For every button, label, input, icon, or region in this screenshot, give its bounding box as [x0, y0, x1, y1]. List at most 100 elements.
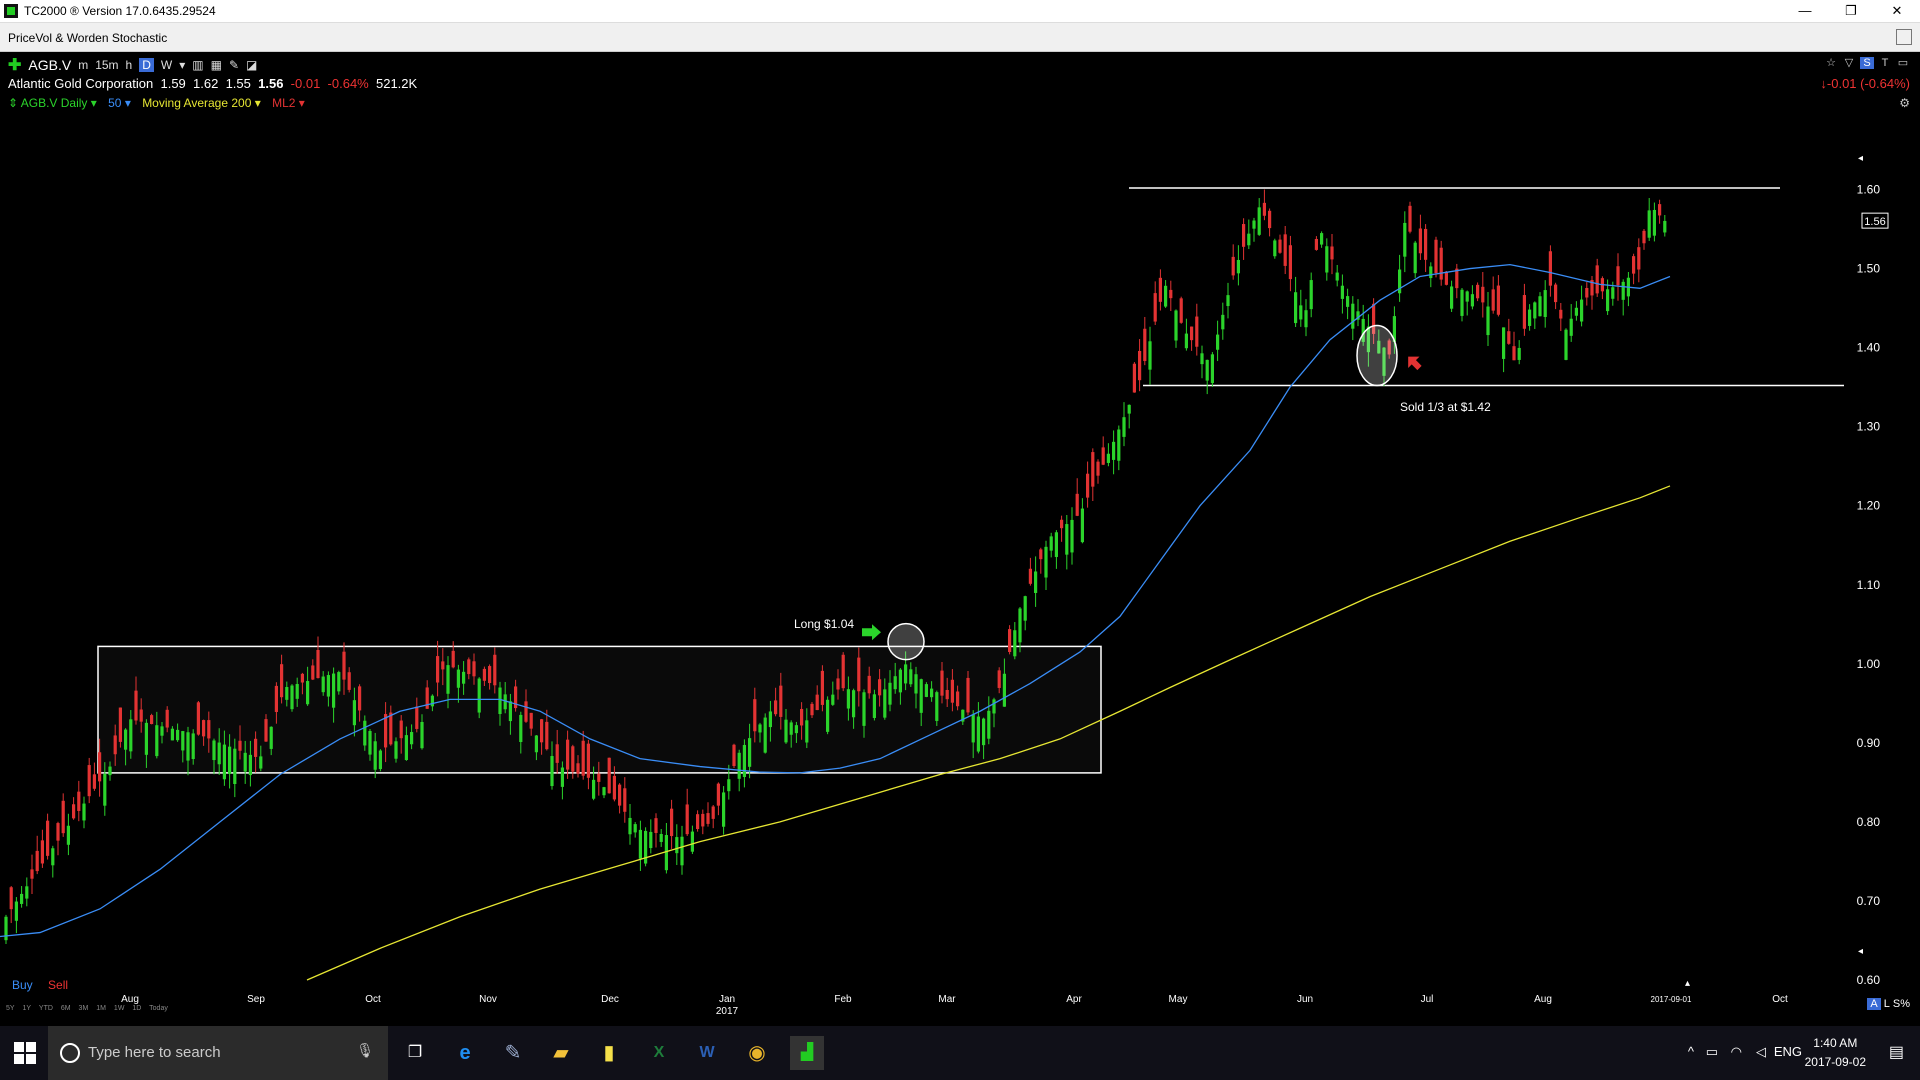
wifi-icon[interactable]: ◠ — [1731, 1044, 1742, 1060]
window-titlebar: TC2000 ® Version 17.0.6435.29524 — ❐ ✕ — [0, 0, 1920, 23]
candle-body — [607, 757, 611, 794]
sticky-notes-icon[interactable]: ▮ — [592, 1036, 626, 1070]
range-1m[interactable]: 1M — [96, 1005, 106, 1012]
filter-icon[interactable]: ▽ — [1842, 57, 1856, 69]
scan-icon[interactable]: ▭ — [1896, 57, 1910, 69]
chart-settings-icon[interactable]: ⚙ — [1899, 96, 1910, 110]
x-tick-label: 2017-09-01 — [1651, 995, 1692, 1004]
percent-scale-button[interactable]: S% — [1893, 998, 1910, 1010]
show-hidden-icons[interactable]: ^ — [1688, 1044, 1694, 1059]
action-center-icon[interactable]: ▤ — [1889, 1042, 1904, 1062]
range-1w[interactable]: 1W — [114, 1005, 125, 1012]
candle-body — [399, 720, 403, 739]
candle-body — [165, 709, 169, 728]
candle-body — [472, 661, 476, 677]
range-1y[interactable]: 1Y — [23, 1005, 32, 1012]
timeframe-m[interactable]: m — [78, 58, 88, 72]
range-6m[interactable]: 6M — [61, 1005, 71, 1012]
legend-ma50[interactable]: 50 ▾ — [108, 96, 131, 110]
candle-body — [878, 679, 882, 696]
candle-body — [1418, 228, 1422, 254]
candle-body — [378, 750, 382, 770]
candle-body — [233, 748, 237, 784]
range-today[interactable]: Today — [149, 1005, 168, 1012]
scale-tools: A L S% — [1867, 998, 1910, 1010]
range-5y[interactable]: 5Y — [6, 1005, 15, 1012]
candle-body — [831, 694, 835, 705]
x-tick-label: Sep — [247, 994, 265, 1005]
timeframe-w[interactable]: W — [161, 58, 172, 72]
candle-body — [1054, 532, 1058, 557]
drawing-tools-icon[interactable]: ◪ — [246, 58, 257, 72]
taskbar-search[interactable]: Type here to search 🎙 — [48, 1026, 388, 1080]
range-ytd[interactable]: YTD — [39, 1005, 53, 1012]
candle-body — [1476, 284, 1480, 299]
battery-icon[interactable]: ▭ — [1706, 1044, 1718, 1060]
candle-body — [623, 788, 627, 812]
candle-body — [56, 823, 60, 841]
candle-body — [1470, 294, 1474, 307]
text-icon[interactable]: T — [1878, 57, 1892, 69]
candle-body — [108, 766, 112, 776]
close-button[interactable]: ✕ — [1874, 0, 1920, 22]
log-scale-button[interactable]: L — [1884, 998, 1890, 1010]
candle-body — [696, 814, 700, 830]
paint-icon[interactable]: ✎ — [496, 1036, 530, 1070]
tc2000-app-icon — [4, 4, 18, 18]
range-1d[interactable]: 1D — [132, 1005, 141, 1012]
volume-icon[interactable]: ◁ — [1756, 1044, 1766, 1060]
chart-area[interactable]: 1.60 1.50 1.40 1.30 1.20 1.10 1.00 0.90 0.80 0.70… — [0, 52, 1920, 1026]
layout-icon[interactable]: ▦ — [211, 58, 222, 72]
pencil-icon[interactable]: ✎ — [229, 58, 239, 72]
candle-body — [66, 825, 70, 845]
add-symbol-icon[interactable]: ✚ — [8, 55, 21, 75]
candle-body — [462, 671, 466, 684]
sell-button[interactable]: Sell — [48, 978, 68, 992]
timeframe-h[interactable]: h — [126, 58, 133, 72]
language-indicator[interactable]: ENG — [1774, 1044, 1802, 1059]
buy-button[interactable]: Buy — [12, 978, 33, 992]
symbol-label[interactable]: AGB.V — [28, 57, 71, 73]
auto-scale-button[interactable]: A — [1867, 998, 1881, 1010]
legend-ma200[interactable]: Moving Average 200 ▾ — [142, 96, 261, 110]
x-tick-label: Feb — [834, 994, 852, 1005]
legend-price[interactable]: ⇕ AGB.V Daily ▾ — [8, 96, 97, 110]
edge-icon[interactable]: e — [448, 1036, 482, 1070]
candle-body — [1424, 228, 1428, 260]
year-label: 2017 — [716, 1006, 739, 1017]
task-view-icon[interactable]: ❐ — [398, 1036, 432, 1070]
bar-chart-icon[interactable]: ▥ — [192, 58, 203, 72]
candle-body — [77, 791, 81, 811]
candle-body — [1169, 289, 1173, 299]
subwindow-restore-button[interactable] — [1896, 29, 1912, 45]
candle-body — [581, 740, 585, 776]
candle-body — [1028, 568, 1032, 584]
candle-body — [862, 692, 866, 726]
chrome-icon[interactable]: ◉ — [740, 1036, 774, 1070]
range-3m[interactable]: 3M — [79, 1005, 89, 1012]
candle-body — [852, 690, 856, 718]
tc2000-icon[interactable]: ▟ — [790, 1036, 824, 1070]
taskbar-clock[interactable]: 1:40 AM 2017-09-02 — [1805, 1034, 1866, 1072]
indicator-legend: ⇕ AGB.V Daily ▾ 50 ▾ Moving Average 200 … — [8, 96, 313, 110]
candle-body — [72, 804, 76, 819]
restore-button[interactable]: ❐ — [1828, 0, 1874, 22]
legend-ml2[interactable]: ML2 ▾ — [272, 96, 305, 110]
timeframe-d[interactable]: D — [139, 58, 154, 72]
candle-body — [1075, 493, 1079, 516]
candle-body — [40, 840, 44, 864]
windows-start-icon[interactable] — [14, 1042, 36, 1064]
price-chart[interactable]: 1.60 1.50 1.40 1.30 1.20 1.10 1.00 0.90 0.80 0.70… — [0, 52, 1920, 1026]
candle-body — [1330, 246, 1334, 260]
minimize-button[interactable]: — — [1782, 0, 1828, 22]
candle-body — [1434, 239, 1438, 273]
microphone-icon[interactable]: 🎙 — [356, 1042, 374, 1059]
candle-body — [1314, 238, 1318, 250]
word-icon[interactable]: W — [690, 1036, 724, 1070]
symbol-icon[interactable]: S — [1860, 57, 1874, 69]
excel-icon[interactable]: X — [642, 1036, 676, 1070]
star-icon[interactable]: ☆ — [1824, 57, 1838, 69]
timeframe-dropdown-icon[interactable]: ▾ — [179, 58, 185, 72]
file-explorer-icon[interactable]: ▰ — [544, 1036, 578, 1070]
timeframe-15m[interactable]: 15m — [95, 58, 118, 72]
